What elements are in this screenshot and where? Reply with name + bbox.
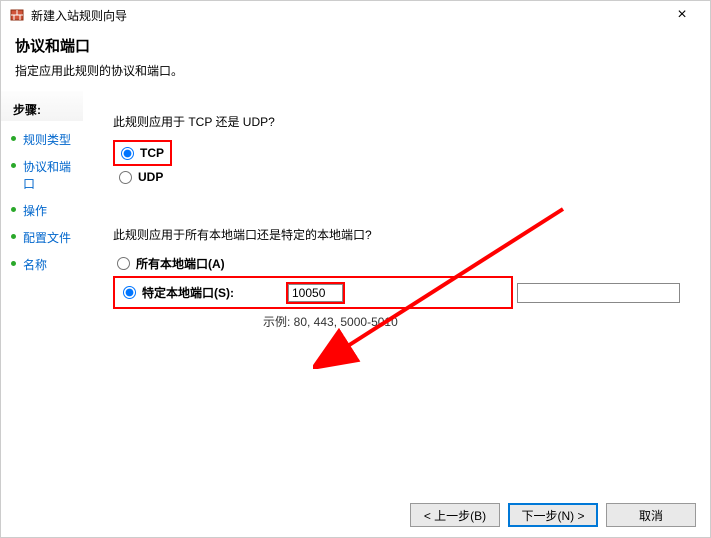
highlight-specific-ports: 特定本地端口(S): (113, 276, 513, 309)
close-button[interactable]: × (662, 6, 702, 24)
back-button[interactable]: < 上一步(B) (410, 503, 500, 527)
radio-udp-input[interactable] (119, 171, 132, 184)
radio-tcp-label: TCP (140, 146, 164, 160)
next-button[interactable]: 下一步(N) > (508, 503, 598, 527)
highlight-port-input (286, 282, 345, 304)
port-input[interactable] (288, 284, 343, 302)
radio-specific-ports-input[interactable] (123, 286, 136, 299)
question-ports: 此规则应用于所有本地端口还是特定的本地端口? (113, 226, 680, 243)
cancel-button[interactable]: 取消 (606, 503, 696, 527)
port-example: 示例: 80, 443, 5000-5010 (263, 313, 680, 330)
content-panel: 此规则应用于 TCP 还是 UDP? TCP UDP 此规则应用于所有本地端口还… (83, 91, 710, 511)
radio-udp[interactable]: UDP (115, 168, 680, 186)
radio-udp-label: UDP (138, 170, 163, 184)
page-subtitle: 指定应用此规则的协议和端口。 (15, 62, 696, 79)
step-rule-type[interactable]: 规则类型 (1, 126, 83, 153)
steps-sidebar: 步骤: 规则类型 协议和端口 操作 配置文件 名称 (1, 91, 83, 511)
highlight-tcp: TCP (113, 140, 172, 166)
radio-specific-ports[interactable]: 特定本地端口(S): (119, 282, 264, 303)
radio-tcp-input[interactable] (121, 147, 134, 160)
question-protocol: 此规则应用于 TCP 还是 UDP? (113, 113, 680, 130)
steps-label: 步骤: (1, 97, 83, 126)
window-title: 新建入站规则向导 (31, 7, 662, 24)
port-input-extended[interactable] (517, 283, 680, 303)
step-name[interactable]: 名称 (1, 251, 83, 278)
firewall-icon (9, 7, 25, 23)
page-title: 协议和端口 (15, 35, 696, 56)
radio-tcp[interactable]: TCP (117, 144, 168, 162)
footer-buttons: < 上一步(B) 下一步(N) > 取消 (410, 503, 696, 527)
header: 协议和端口 指定应用此规则的协议和端口。 (1, 29, 710, 91)
radio-all-ports-input[interactable] (117, 257, 130, 270)
step-protocol-port[interactable]: 协议和端口 (1, 153, 83, 197)
radio-specific-ports-label: 特定本地端口(S): (142, 284, 234, 301)
step-action[interactable]: 操作 (1, 197, 83, 224)
step-profile[interactable]: 配置文件 (1, 224, 83, 251)
radio-all-ports[interactable]: 所有本地端口(A) (113, 253, 680, 274)
titlebar: 新建入站规则向导 × (1, 1, 710, 29)
radio-all-ports-label: 所有本地端口(A) (136, 255, 225, 272)
